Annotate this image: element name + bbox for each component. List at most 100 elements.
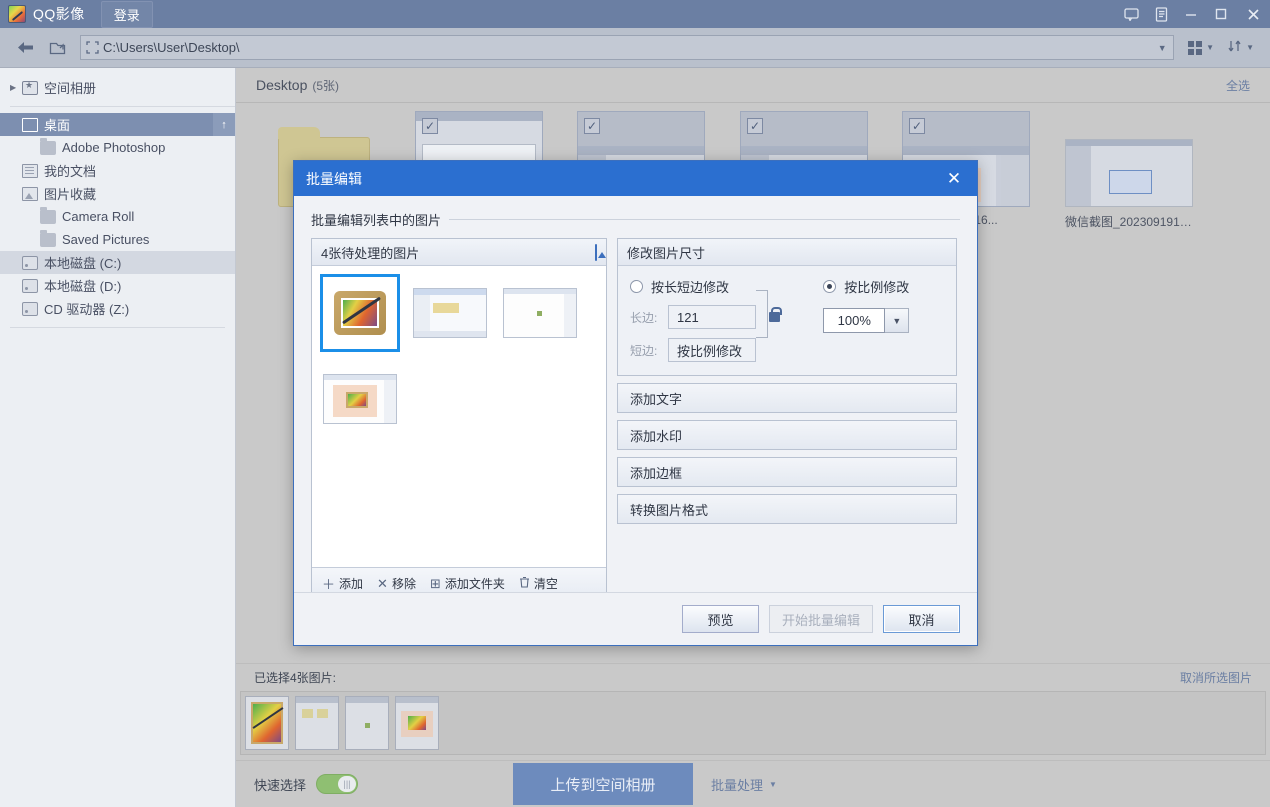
folder-header: Desktop (5张) 全选 — [236, 68, 1270, 103]
page-title: Desktop — [256, 77, 308, 93]
sidebar-item-label: 图片收藏 — [44, 187, 97, 202]
dialog-body: 批量编辑列表中的图片 4张待处理的图片 ＋ 添加 ✕ 移除 ⊞ 添加文件夹 清空… — [294, 196, 977, 600]
tray-thumbnail[interactable] — [395, 696, 439, 750]
address-value: C:\Users\User\Desktop\ — [103, 40, 240, 55]
login-button[interactable]: 登录 — [100, 0, 153, 28]
card-caption: 微信截图_2023091916... — [1065, 215, 1193, 229]
image-thumb-list[interactable] — [312, 266, 606, 567]
notes-icon[interactable] — [1146, 0, 1176, 28]
close-icon[interactable]: ✕ — [943, 169, 965, 189]
radio-long-short-edge[interactable]: 按长短边修改 — [630, 277, 795, 296]
card-checkbox[interactable]: ✓ — [422, 118, 438, 134]
thumb-window-b[interactable] — [500, 274, 580, 352]
folder-icon — [40, 206, 56, 224]
grid-view-icon — [1188, 40, 1203, 55]
card-checkbox[interactable]: ✓ — [747, 118, 763, 134]
select-all-link[interactable]: 全选 — [1226, 77, 1250, 94]
chevron-right-icon[interactable]: ▶ — [10, 83, 22, 92]
edit-options-column: 修改图片尺寸 按长短边修改 长边: 121 短边: 按比例修改 按比例修改 10… — [617, 238, 957, 600]
scale-percent-input[interactable]: 100% — [823, 308, 886, 333]
sidebar-item-cd-drive-z[interactable]: CD 驱动器 (Z:) — [0, 297, 235, 320]
clear-list-button[interactable]: 清空 — [519, 575, 558, 592]
trash-icon — [519, 576, 530, 591]
convert-format-section[interactable]: 转换图片格式 — [617, 494, 957, 524]
short-edge-input[interactable]: 按比例修改 — [668, 338, 756, 362]
radio-label: 按比例修改 — [844, 280, 910, 295]
lock-aspect-icon[interactable] — [769, 307, 782, 322]
folder-icon — [40, 229, 56, 247]
add-border-section[interactable]: 添加边框 — [617, 457, 957, 487]
sidebar-item-label: Camera Roll — [62, 209, 135, 224]
sidebar-item-local-disk-c[interactable]: 本地磁盘 (C:) — [0, 251, 235, 274]
go-up-folder-icon[interactable] — [42, 31, 72, 65]
long-edge-input[interactable]: 121 — [668, 305, 756, 329]
cloud-album-icon — [22, 80, 38, 95]
chevron-down-icon[interactable]: ▼ — [885, 308, 910, 333]
sidebar-item-desktop[interactable]: 桌面 ↑ — [0, 113, 235, 136]
card-checkbox[interactable]: ✓ — [584, 118, 600, 134]
chevron-down-icon: ▼ — [1206, 43, 1215, 52]
tray-thumbnail[interactable] — [345, 696, 389, 750]
tray-thumbnail[interactable] — [245, 696, 289, 750]
remove-x-icon: ✕ — [377, 575, 388, 591]
sidebar-divider — [10, 106, 235, 107]
thumb-ps-icon[interactable] — [320, 274, 400, 352]
drive-icon — [22, 278, 38, 293]
close-icon[interactable] — [1236, 0, 1270, 28]
minimize-icon[interactable] — [1176, 0, 1206, 28]
quick-select-label: 快速选择 — [254, 777, 307, 793]
quick-select-toggle[interactable]: ||| — [316, 774, 359, 794]
toggle-knob: ||| — [338, 776, 357, 792]
dialog-legend: 批量编辑列表中的图片 — [311, 210, 960, 229]
remove-images-button[interactable]: ✕ 移除 — [377, 575, 416, 592]
add-text-section[interactable]: 添加文字 — [617, 383, 957, 413]
thumb-window-a[interactable] — [410, 274, 490, 352]
add-watermark-section[interactable]: 添加水印 — [617, 420, 957, 450]
aspect-brace — [756, 290, 768, 338]
sidebar-item-saved-pictures[interactable]: Saved Pictures — [0, 228, 235, 251]
radio-scale[interactable]: 按比例修改 — [823, 277, 944, 296]
sidebar-item-label: CD 驱动器 (Z:) — [44, 302, 130, 317]
sidebar-item-label: 我的文档 — [44, 164, 97, 179]
radio-button — [630, 280, 643, 293]
up-arrow-icon[interactable]: ↑ — [213, 113, 235, 136]
chevron-down-icon[interactable]: ▼ — [1151, 36, 1173, 59]
sort-button[interactable]: ▼ — [1222, 31, 1260, 65]
image-list-title: 4张待处理的图片 — [321, 245, 420, 261]
view-mode-button[interactable]: ▼ — [1182, 31, 1220, 65]
button-label: 添加文件夹 — [444, 577, 505, 591]
cancel-selection-link[interactable]: 取消所选图片 — [1180, 669, 1252, 686]
legend-divider — [449, 219, 960, 220]
tray-thumbnail[interactable] — [295, 696, 339, 750]
sidebar-item-adobe-photoshop[interactable]: Adobe Photoshop — [0, 136, 235, 159]
sidebar-item-cloud-album[interactable]: ▶ 空间相册 — [0, 76, 235, 99]
address-bar[interactable]: C:\Users\User\Desktop\ ▼ — [80, 35, 1175, 60]
upload-button[interactable]: 上传到空间相册 — [513, 763, 694, 805]
back-arrow-icon[interactable] — [8, 31, 42, 65]
add-folder-button[interactable]: ⊞ 添加文件夹 — [430, 575, 505, 592]
pictures-icon — [22, 186, 38, 201]
navigation-toolbar: C:\Users\User\Desktop\ ▼ ▼ ▼ — [0, 28, 1270, 68]
sidebar-item-local-disk-d[interactable]: 本地磁盘 (D:) — [0, 274, 235, 297]
cd-drive-icon — [22, 301, 38, 316]
title-bar: QQ影像 登录 — [0, 0, 1270, 28]
card-checkbox[interactable]: ✓ — [909, 118, 925, 134]
thumb-window-c[interactable] — [320, 360, 400, 438]
maximize-icon[interactable] — [1206, 0, 1236, 28]
sidebar-item-pictures[interactable]: 图片收藏 — [0, 182, 235, 205]
selected-count-label: 已选择4张图片: — [254, 671, 337, 685]
image-card[interactable]: 微信截图_2023091916... — [1065, 139, 1193, 230]
feedback-icon[interactable] — [1116, 0, 1146, 28]
add-images-button[interactable]: ＋ 添加 — [322, 574, 363, 593]
radio-button — [823, 280, 837, 293]
window-controls — [1116, 0, 1270, 28]
batch-process-dropdown[interactable]: 批量处理 ▼ — [711, 775, 777, 794]
cancel-button[interactable]: 取消 — [883, 605, 960, 633]
preview-button[interactable]: 预览 — [681, 605, 759, 633]
sidebar-item-my-documents[interactable]: 我的文档 — [0, 159, 235, 182]
add-folder-icon: ⊞ — [429, 575, 441, 591]
sidebar-item-label: Adobe Photoshop — [62, 140, 166, 155]
resize-panel-header: 修改图片尺寸 — [618, 239, 956, 266]
sidebar-item-camera-roll[interactable]: Camera Roll — [0, 205, 235, 228]
image-preview-icon[interactable] — [595, 243, 597, 261]
